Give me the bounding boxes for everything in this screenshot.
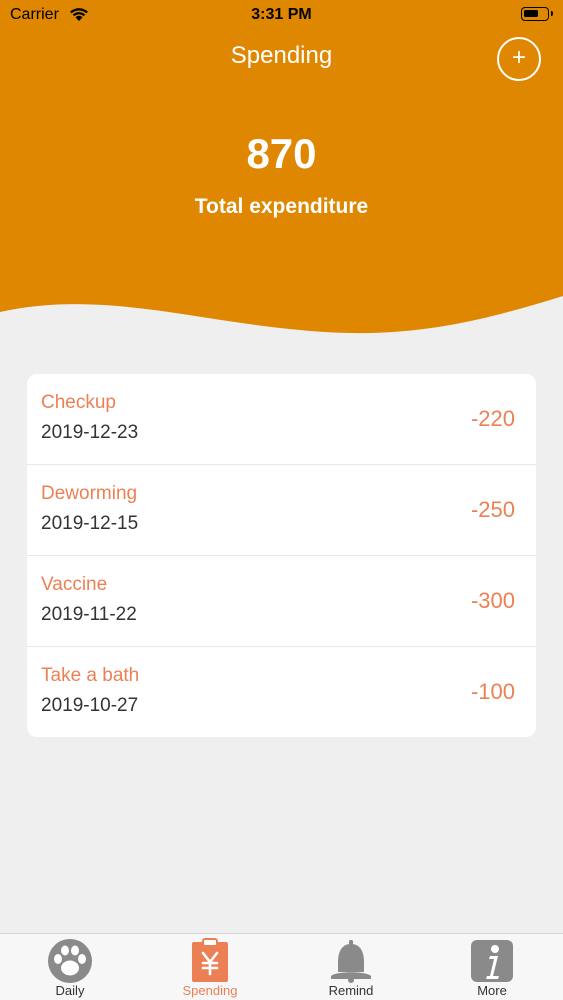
expense-date: 2019-12-23 xyxy=(41,422,139,443)
expense-row[interactable]: Take a bath 2019-10-27 -100 xyxy=(27,647,536,737)
expense-title: Take a bath xyxy=(41,665,140,686)
expense-date: 2019-12-15 xyxy=(41,513,139,534)
expense-amount: -100 xyxy=(470,679,515,704)
tab-bar: Daily Spending Remind More xyxy=(0,933,563,1000)
tab-label: Spending xyxy=(182,983,238,998)
expense-title: Checkup xyxy=(41,392,116,413)
tab-label: Daily xyxy=(55,983,85,998)
tab-label: More xyxy=(477,983,507,998)
tab-spending[interactable]: Spending xyxy=(140,934,280,1000)
info-icon xyxy=(471,940,513,982)
plus-icon: + xyxy=(511,44,526,71)
expense-row[interactable]: Vaccine 2019-11-22 -300 xyxy=(27,556,536,647)
bell-icon xyxy=(331,940,371,983)
expense-amount: -250 xyxy=(470,497,515,522)
expense-title: Deworming xyxy=(41,483,138,504)
total-expenditure-label: Total expenditure xyxy=(194,195,369,218)
expense-amount: -300 xyxy=(470,588,515,613)
page-title: Spending xyxy=(230,42,333,69)
tab-label: Remind xyxy=(328,983,374,998)
total-expenditure-value: 870 xyxy=(246,130,317,177)
expense-list: Checkup 2019-12-23 -220 Deworming 2019-1… xyxy=(27,374,536,737)
expense-amount: -220 xyxy=(470,406,515,431)
tab-remind[interactable]: Remind xyxy=(281,934,421,1000)
expense-date: 2019-10-27 xyxy=(41,695,139,716)
status-time: 3:31 PM xyxy=(251,6,312,23)
expense-row[interactable]: Deworming 2019-12-15 -250 xyxy=(27,465,536,556)
expense-title: Vaccine xyxy=(41,574,108,595)
tab-daily[interactable]: Daily xyxy=(0,934,140,1000)
battery-icon xyxy=(521,7,553,21)
add-expense-button[interactable]: + xyxy=(497,37,541,81)
expense-row[interactable]: Checkup 2019-12-23 -220 xyxy=(27,374,536,465)
expense-date: 2019-11-22 xyxy=(41,604,137,625)
yuan-clipboard-icon xyxy=(192,938,228,982)
tab-more[interactable]: More xyxy=(422,934,562,1000)
header: Carrier 3:31 PM Spending + 870 Total exp… xyxy=(0,0,563,340)
status-bar: Carrier 3:31 PM xyxy=(0,0,563,30)
paw-icon xyxy=(48,939,92,983)
